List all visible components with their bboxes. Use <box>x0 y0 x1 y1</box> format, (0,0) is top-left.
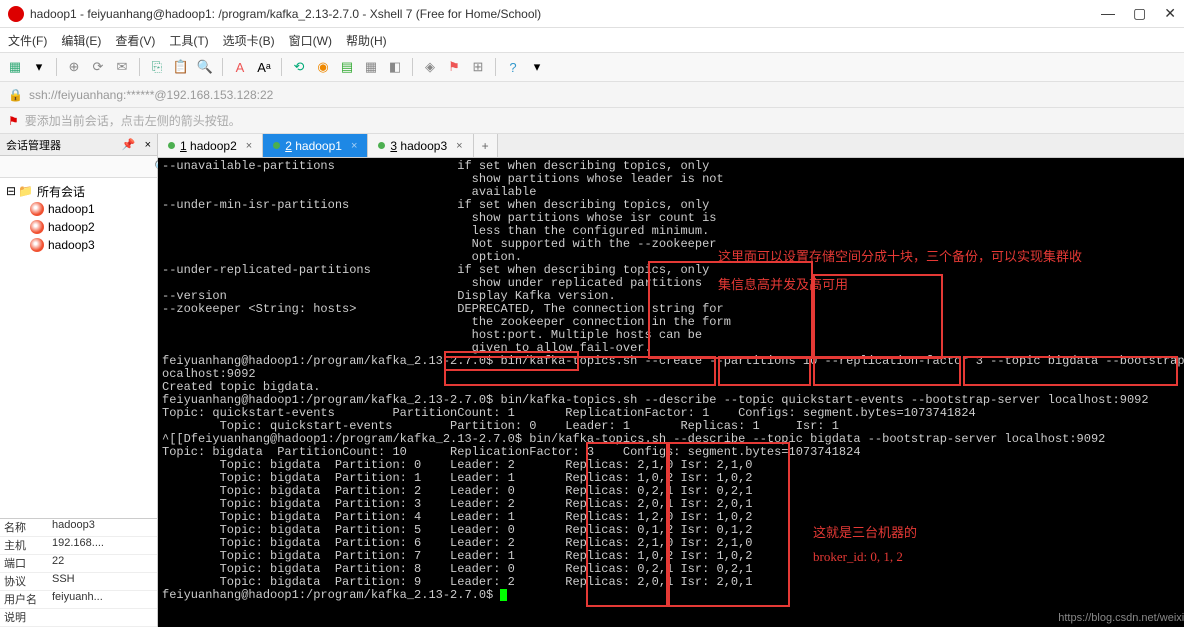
tree-root[interactable]: ⊟ 📁 所有会话 <box>0 182 157 200</box>
titlebar: hadoop1 - feiyuanhang@hadoop1: /program/… <box>0 0 1184 28</box>
menu-tabs[interactable]: 选项卡(B) <box>223 32 275 49</box>
lock-icon: 🔒 <box>8 88 23 102</box>
terminal-output[interactable]: --unavailable-partitions if set when des… <box>158 158 1184 627</box>
prop-protocol: 协议SSH <box>0 573 157 591</box>
tab-hadoop3[interactable]: 3 hadoop3× <box>368 134 473 157</box>
flag-icon: ⚑ <box>8 114 19 128</box>
dropdown2-icon[interactable]: ▾ <box>528 58 546 76</box>
tab-close-icon[interactable]: × <box>246 140 252 152</box>
add-tab-button[interactable]: + <box>474 134 498 157</box>
maximize-button[interactable]: ▢ <box>1133 5 1146 22</box>
tool4-icon[interactable]: ▦ <box>362 58 380 76</box>
tool1-icon[interactable]: ⟲ <box>290 58 308 76</box>
dropdown-icon[interactable]: ▾ <box>30 58 48 76</box>
folder-icon: 📁 <box>18 184 33 198</box>
tab-close-icon[interactable]: × <box>456 140 462 152</box>
annotation-3: broker_id: 0, 1, 2 <box>813 550 903 563</box>
tool5-icon[interactable]: ◧ <box>386 58 404 76</box>
pin-icon[interactable]: 📌 <box>122 139 136 151</box>
content: 1 hadoop2× 2 hadoop1× 3 hadoop3× + --una… <box>158 134 1184 627</box>
tool3-icon[interactable]: ▤ <box>338 58 356 76</box>
session-hadoop3[interactable]: hadoop3 <box>0 236 157 254</box>
session-search-input[interactable] <box>0 161 154 173</box>
session-hadoop2[interactable]: hadoop2 <box>0 218 157 236</box>
help-icon[interactable]: ? <box>504 58 522 76</box>
annotation-1: 这里面可以设置存储空间分成十块，三个备份，可以实现集群收 <box>718 250 1082 263</box>
reconnect-icon[interactable]: ⟳ <box>89 58 107 76</box>
color-icon[interactable]: A <box>231 58 249 76</box>
sidebar-close-icon[interactable]: × <box>145 139 151 151</box>
search-icon[interactable]: 🔍 <box>196 58 214 76</box>
sidebar-header: 会话管理器 📌 × <box>0 134 157 156</box>
sidebar-title: 会话管理器 <box>6 137 61 153</box>
tip-text: 要添加当前会话，点击左侧的箭头按钮。 <box>25 112 241 129</box>
copy-icon[interactable]: ⎘ <box>148 58 166 76</box>
window-title: hadoop1 - feiyuanhang@hadoop1: /program/… <box>30 7 1101 21</box>
menu-file[interactable]: 文件(F) <box>8 32 47 49</box>
tool6-icon[interactable]: ◈ <box>421 58 439 76</box>
tipbar: ⚑ 要添加当前会话，点击左侧的箭头按钮。 <box>0 108 1184 134</box>
sidebar: 会话管理器 📌 × 🔍 ⊟ 📁 所有会话 hadoop1 hadoop2 had… <box>0 134 158 627</box>
properties-panel: 名称hadoop3 主机192.168.... 端口22 协议SSH 用户名fe… <box>0 518 157 627</box>
session-tabs: 1 hadoop2× 2 hadoop1× 3 hadoop3× + <box>158 134 1184 158</box>
status-dot-icon <box>168 142 175 149</box>
status-dot-icon <box>378 142 385 149</box>
menubar: 文件(F) 编辑(E) 查看(V) 工具(T) 选项卡(B) 窗口(W) 帮助(… <box>0 28 1184 52</box>
prop-port: 端口22 <box>0 555 157 573</box>
menu-help[interactable]: 帮助(H) <box>346 32 387 49</box>
minimize-button[interactable]: — <box>1101 5 1115 22</box>
prop-username: 用户名feiyuanh... <box>0 591 157 609</box>
session-tree: ⊟ 📁 所有会话 hadoop1 hadoop2 hadoop3 <box>0 178 157 518</box>
tab-close-icon[interactable]: × <box>351 140 357 152</box>
address-text[interactable]: ssh://feiyuanhang:******@192.168.153.128… <box>29 88 273 102</box>
tool2-icon[interactable]: ◉ <box>314 58 332 76</box>
watermark: https://blog.csdn.net/weixin_46008828 <box>1058 612 1184 625</box>
tab-hadoop1[interactable]: 2 hadoop1× <box>263 134 368 157</box>
app-logo-icon <box>8 6 24 22</box>
session-hadoop1[interactable]: hadoop1 <box>0 200 157 218</box>
addressbar: 🔒 ssh://feiyuanhang:******@192.168.153.1… <box>0 82 1184 108</box>
annotation-1b: 集信息高并发及高可用 <box>718 278 848 291</box>
menu-edit[interactable]: 编辑(E) <box>61 32 101 49</box>
session-icon <box>30 220 44 234</box>
tool8-icon[interactable]: ⊞ <box>469 58 487 76</box>
session-icon <box>30 238 44 252</box>
menu-tools[interactable]: 工具(T) <box>169 32 208 49</box>
paste-icon[interactable]: 📋 <box>172 58 190 76</box>
cursor-icon <box>500 589 507 601</box>
annotation-2: 这就是三台机器的 <box>813 526 917 539</box>
prop-host: 主机192.168.... <box>0 537 157 555</box>
toolbar: ▦ ▾ ⊕ ⟳ ✉ ⎘ 📋 🔍 A Aᵃ ⟲ ◉ ▤ ▦ ◧ ◈ ⚑ ⊞ ? ▾ <box>0 52 1184 82</box>
new-session-icon[interactable]: ▦ <box>6 58 24 76</box>
close-button[interactable]: ✕ <box>1164 5 1176 22</box>
session-icon <box>30 202 44 216</box>
prop-name: 名称hadoop3 <box>0 519 157 537</box>
menu-view[interactable]: 查看(V) <box>115 32 155 49</box>
disconnect-icon[interactable]: ✉ <box>113 58 131 76</box>
font-icon[interactable]: Aᵃ <box>255 58 273 76</box>
menu-window[interactable]: 窗口(W) <box>289 32 332 49</box>
open-icon[interactable]: ⊕ <box>65 58 83 76</box>
tab-hadoop2[interactable]: 1 hadoop2× <box>158 134 263 157</box>
prop-desc: 说明 <box>0 609 157 627</box>
tool7-icon[interactable]: ⚑ <box>445 58 463 76</box>
tree-root-label: 所有会话 <box>37 183 85 200</box>
status-dot-icon <box>273 142 280 149</box>
